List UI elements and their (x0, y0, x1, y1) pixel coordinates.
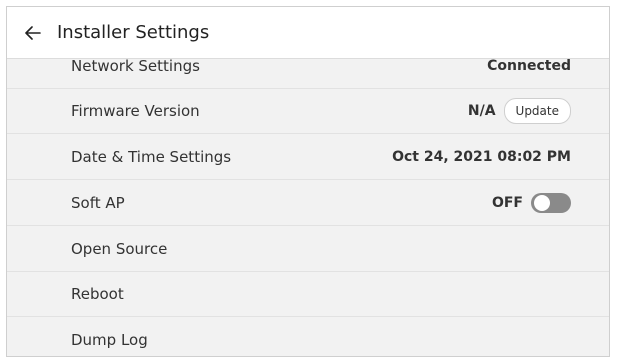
update-button[interactable]: Update (503, 98, 571, 124)
row-reboot[interactable]: Reboot (7, 272, 609, 317)
soft-ap-toggle[interactable] (531, 193, 571, 213)
header-bar: Installer Settings (7, 7, 609, 59)
firmware-version-label: Firmware Version (71, 102, 200, 120)
settings-window: Installer Settings Network Settings Conn… (6, 6, 610, 357)
firmware-value-wrap: N/A Update (468, 98, 571, 124)
firmware-version-value: N/A (467, 103, 496, 119)
row-soft-ap: Soft AP OFF (7, 181, 609, 226)
toggle-knob (534, 195, 550, 211)
dump-log-label: Dump Log (71, 331, 148, 349)
soft-ap-label: Soft AP (71, 194, 125, 212)
arrow-left-icon (25, 25, 41, 40)
network-settings-label: Network Settings (71, 59, 200, 75)
date-time-value-wrap: Oct 24, 2021 08:02 PM (392, 149, 571, 165)
open-source-label: Open Source (71, 240, 168, 258)
reboot-label: Reboot (71, 285, 124, 303)
soft-ap-value-wrap: OFF (492, 193, 571, 213)
row-open-source[interactable]: Open Source (7, 227, 609, 272)
page-title: Installer Settings (57, 22, 210, 43)
network-status-value: Connected (487, 59, 571, 74)
date-time-settings-label: Date & Time Settings (71, 148, 232, 166)
row-firmware-version: Firmware Version N/A Update (7, 89, 609, 134)
network-settings-value-wrap: Connected (487, 59, 571, 74)
soft-ap-status: OFF (491, 195, 523, 211)
back-button[interactable] (23, 23, 43, 43)
row-date-time-settings[interactable]: Date & Time Settings Oct 24, 2021 08:02 … (7, 135, 609, 180)
row-network-settings[interactable]: Network Settings Connected (7, 59, 609, 89)
settings-list: Network Settings Connected Firmware Vers… (7, 59, 609, 356)
row-dump-log[interactable]: Dump Log (7, 318, 609, 356)
date-time-value: Oct 24, 2021 08:02 PM (392, 149, 571, 165)
